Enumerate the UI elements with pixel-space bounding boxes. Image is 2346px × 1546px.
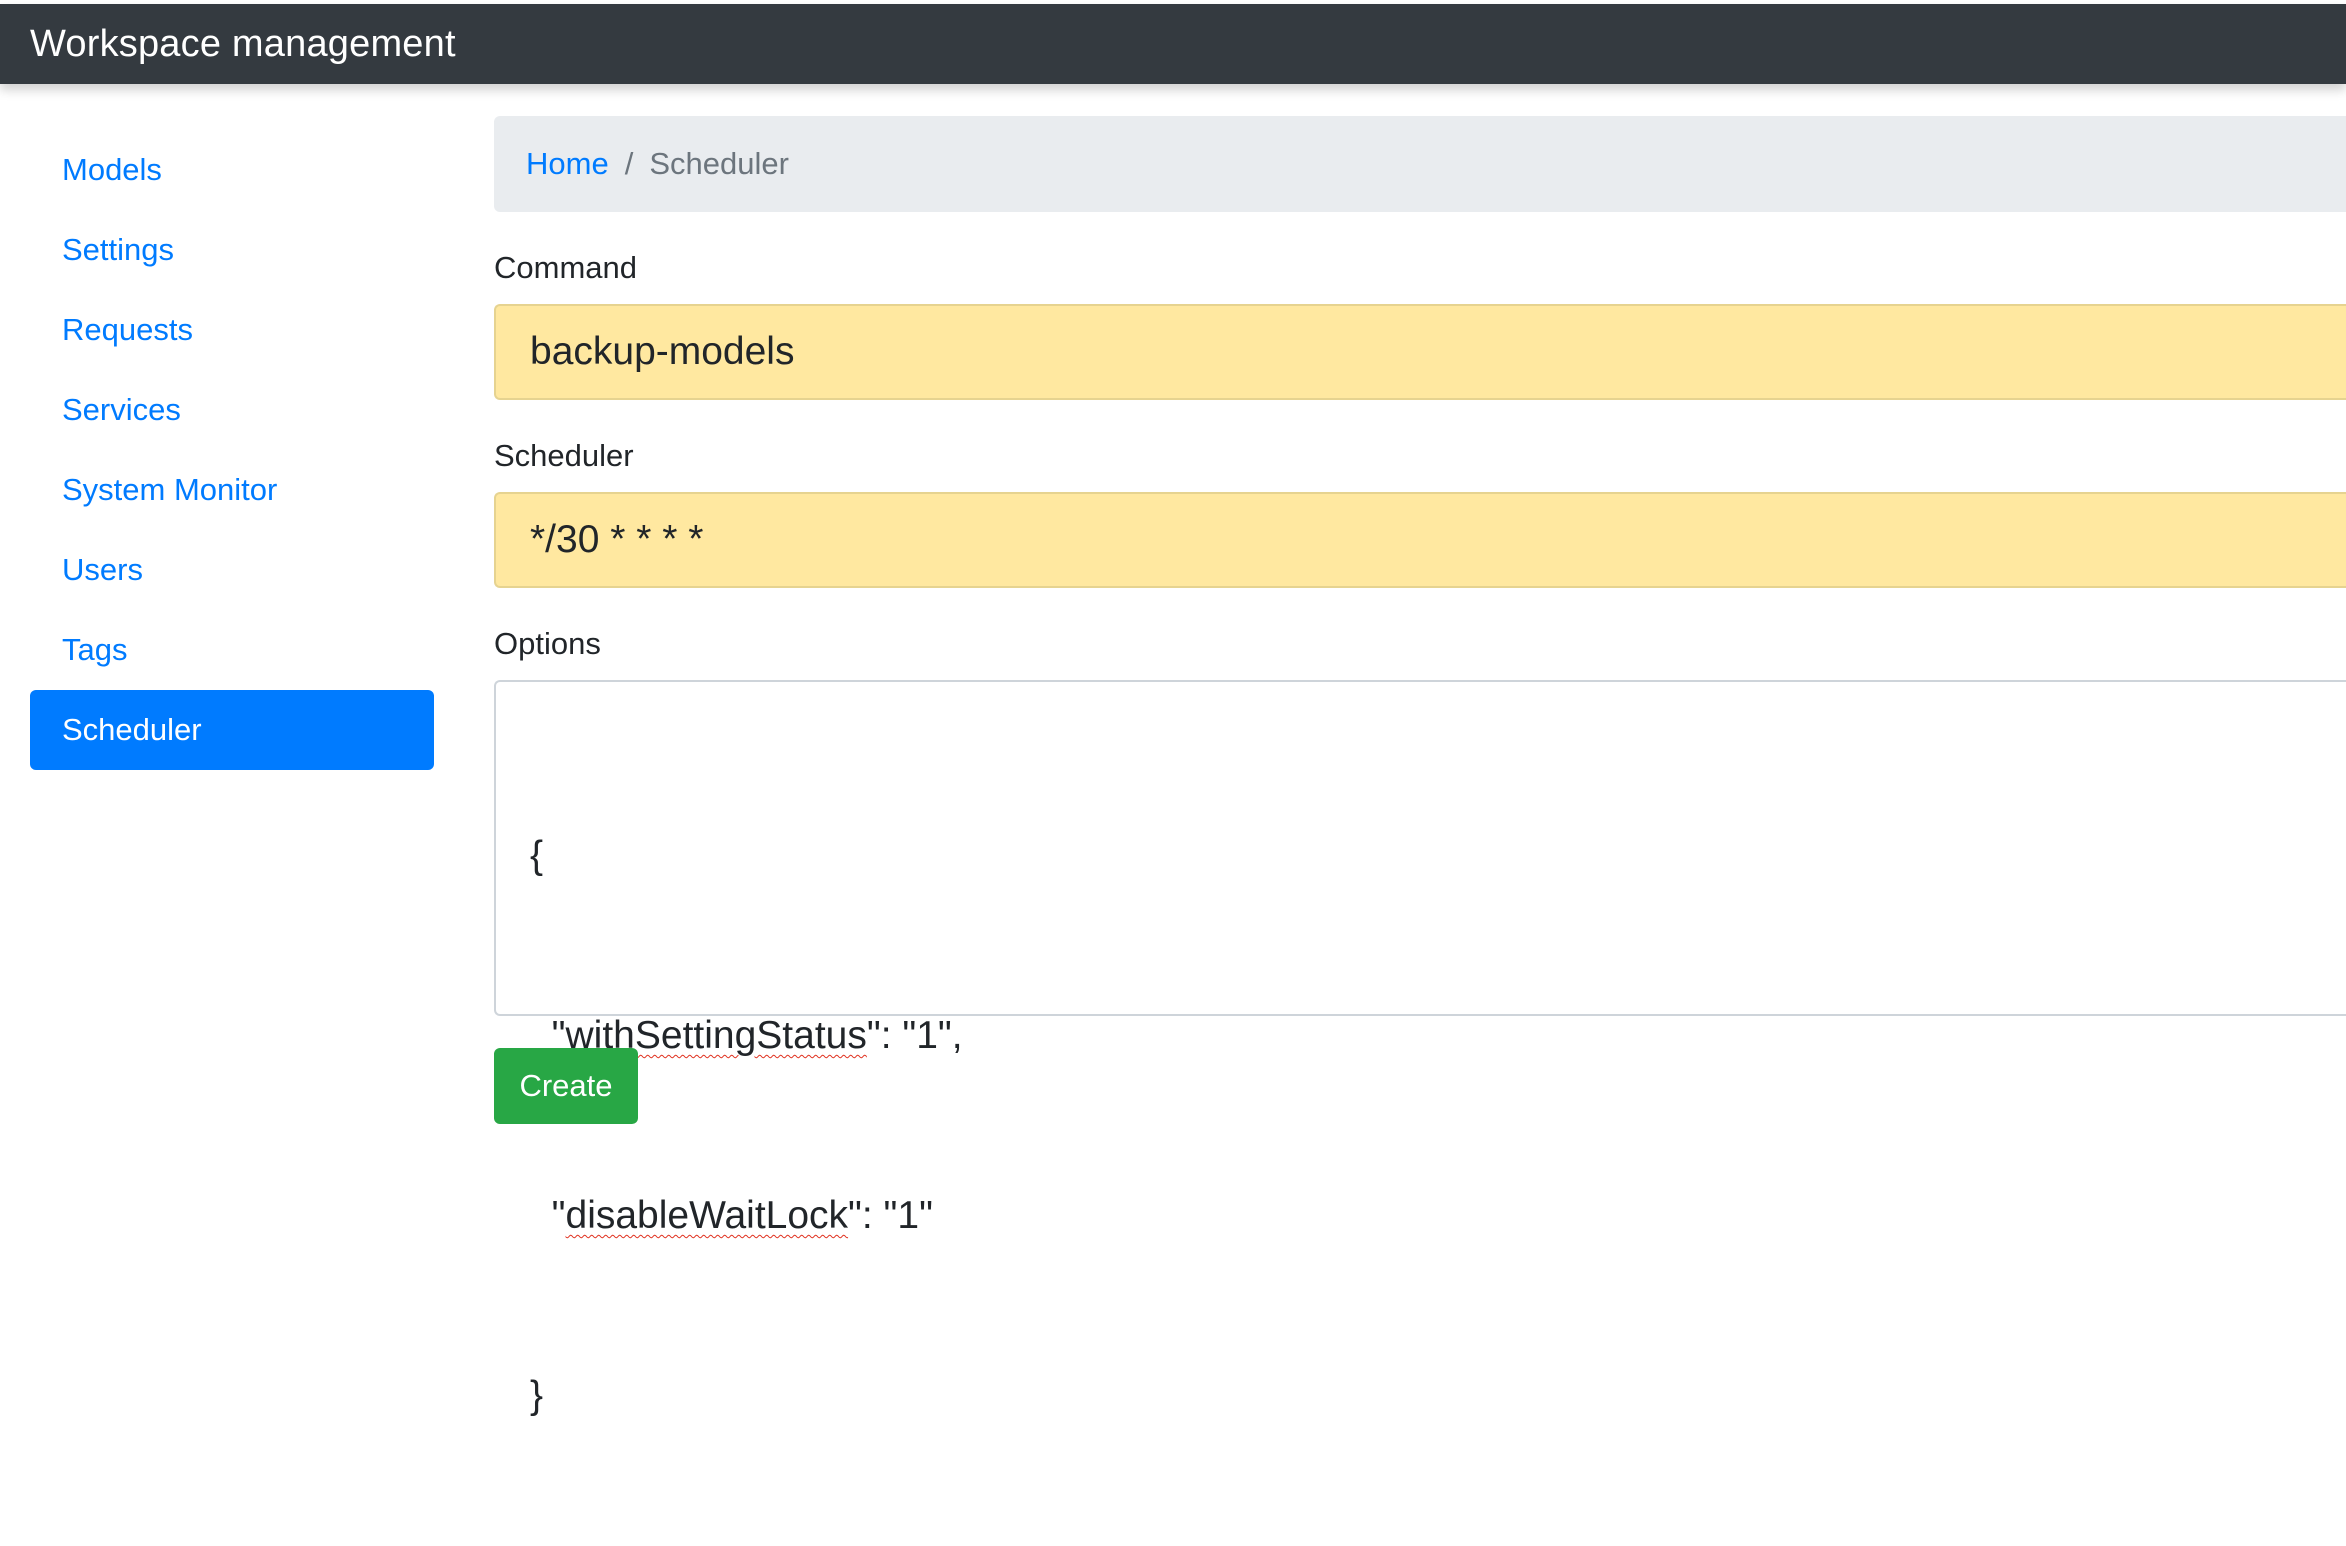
scheduler-label: Scheduler <box>494 438 634 473</box>
breadcrumb-current: Scheduler <box>649 146 789 181</box>
breadcrumb-separator: / <box>624 146 634 181</box>
command-label: Command <box>494 250 637 285</box>
options-line-close: } <box>530 1374 544 1417</box>
breadcrumb: Home / Scheduler <box>494 116 2346 212</box>
sidebar-item-requests[interactable]: Requests <box>30 290 434 370</box>
options-line-1: "withSettingStatus": "1", <box>530 1006 2312 1066</box>
options-line-2-quote: " <box>530 1194 566 1237</box>
options-line-1-rest: ": "1", <box>866 1014 963 1057</box>
create-button[interactable]: Create <box>494 1048 638 1124</box>
sidebar: Models Settings Requests Services System… <box>30 130 434 770</box>
sidebar-item-models[interactable]: Models <box>30 130 434 210</box>
app-title[interactable]: Workspace management <box>30 23 456 66</box>
sidebar-item-services[interactable]: Services <box>30 370 434 450</box>
options-line-2: "disableWaitLock": "1" <box>530 1186 2312 1246</box>
options-line-2-key: disableWaitLock <box>565 1194 849 1237</box>
top-navbar: Workspace management <box>0 4 2346 84</box>
options-textarea[interactable]: { "withSettingStatus": "1", "disableWait… <box>494 680 2346 1417</box>
command-input[interactable] <box>494 304 2346 400</box>
breadcrumb-home-link[interactable]: Home <box>526 146 609 182</box>
scheduler-input[interactable] <box>494 492 2346 588</box>
options-label: Options <box>494 626 601 661</box>
sidebar-item-scheduler[interactable]: Scheduler <box>30 690 434 770</box>
sidebar-item-users[interactable]: Users <box>30 530 434 610</box>
main-content: Home / Scheduler Command Scheduler Optio… <box>494 116 2346 1417</box>
options-line-open: { <box>530 834 544 877</box>
sidebar-item-system-monitor[interactable]: System Monitor <box>30 450 434 530</box>
sidebar-item-tags[interactable]: Tags <box>30 610 434 690</box>
sidebar-item-settings[interactable]: Settings <box>30 210 434 290</box>
options-line-2-rest: ": "1" <box>848 1194 933 1237</box>
